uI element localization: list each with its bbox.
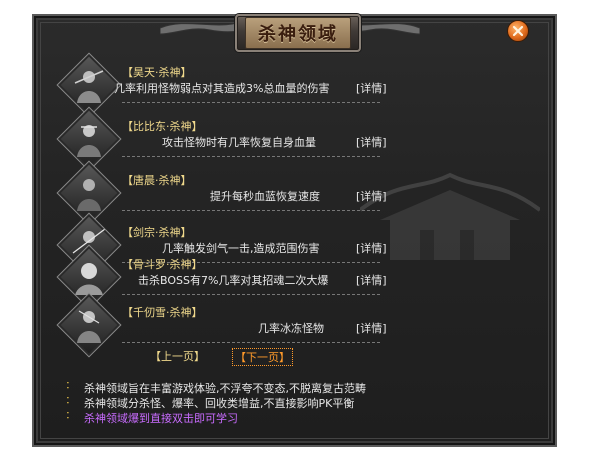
skill-desc: 攻击怪物时有几率恢复自身血量	[162, 136, 316, 149]
skill-desc: 击杀BOSS有7%几率对其招魂二次大爆	[138, 274, 329, 287]
skill-name: 【剑宗·杀神】	[122, 226, 192, 239]
skill-desc: 几率冰冻怪物	[258, 322, 324, 335]
notes-list: ⠅ 杀神领域旨在丰富游戏体验,不浮夸不变态,不脱离复古范畴 ⠅ 杀神领域分杀怪、…	[66, 380, 526, 425]
skill-detail-link[interactable]: [详情]	[356, 134, 387, 150]
title-plate-inner: 杀神领域	[245, 17, 351, 49]
note-text: 杀神领域分杀怪、爆率、回收类增益,不直接影响PK平衡	[84, 397, 355, 410]
row-separator	[122, 102, 380, 103]
close-button[interactable]	[507, 20, 529, 42]
skill-row: 【比比东·杀神】 攻击怪物时有几率恢复自身血量 [详情]	[56, 106, 396, 172]
row-separator	[122, 342, 380, 343]
bullet-icon: ⠅	[66, 412, 73, 422]
skill-portrait	[56, 292, 122, 358]
note-item: ⠅ 杀神领域分杀怪、爆率、回收类增益,不直接影响PK平衡	[66, 395, 526, 410]
note-text: 杀神领域爆到直接双击即可学习	[84, 412, 238, 425]
note-text: 杀神领域旨在丰富游戏体验,不浮夸不变态,不脱离复古范畴	[84, 382, 366, 395]
skill-desc: 几率利用怪物弱点对其造成3%总血量的伤害	[114, 82, 330, 95]
close-icon	[512, 25, 524, 37]
prev-page-button[interactable]: 【上一页】	[150, 348, 205, 364]
skill-detail-link[interactable]: [详情]	[356, 188, 387, 204]
skill-detail-link[interactable]: [详情]	[356, 272, 387, 288]
skill-row: 【骨斗罗·杀神】 击杀BOSS有7%几率对其招魂二次大爆 [详情]	[56, 244, 396, 310]
skill-detail-link[interactable]: [详情]	[356, 80, 387, 96]
skill-name: 【昊天·杀神】	[122, 66, 192, 79]
bullet-icon: ⠅	[66, 397, 73, 407]
window-title: 杀神领域	[258, 24, 338, 45]
title-plate: 杀神领域	[235, 14, 361, 52]
skill-row: 【千仞雪·杀神】 几率冰冻怪物 [详情]	[56, 292, 396, 358]
row-separator	[122, 210, 380, 211]
bullet-icon: ⠅	[66, 382, 73, 392]
skill-row: 【唐晨·杀神】 提升每秒血蓝恢复速度 [详情]	[56, 160, 396, 226]
skill-name: 【千仞雪·杀神】	[122, 306, 203, 319]
skill-desc: 提升每秒血蓝恢复速度	[210, 190, 320, 203]
skill-name: 【唐晨·杀神】	[122, 174, 192, 187]
skill-row: 【昊天·杀神】 几率利用怪物弱点对其造成3%总血量的伤害 [详情]	[56, 52, 396, 118]
row-separator	[122, 294, 380, 295]
skill-detail-link[interactable]: [详情]	[356, 320, 387, 336]
note-item: ⠅ 杀神领域旨在丰富游戏体验,不浮夸不变态,不脱离复古范畴	[66, 380, 526, 395]
note-item: ⠅ 杀神领域爆到直接双击即可学习	[66, 410, 526, 425]
skill-name: 【比比东·杀神】	[122, 120, 203, 133]
skill-name: 【骨斗罗·杀神】	[122, 258, 203, 271]
next-page-button[interactable]: 【下一页】	[232, 348, 293, 366]
row-separator	[122, 156, 380, 157]
